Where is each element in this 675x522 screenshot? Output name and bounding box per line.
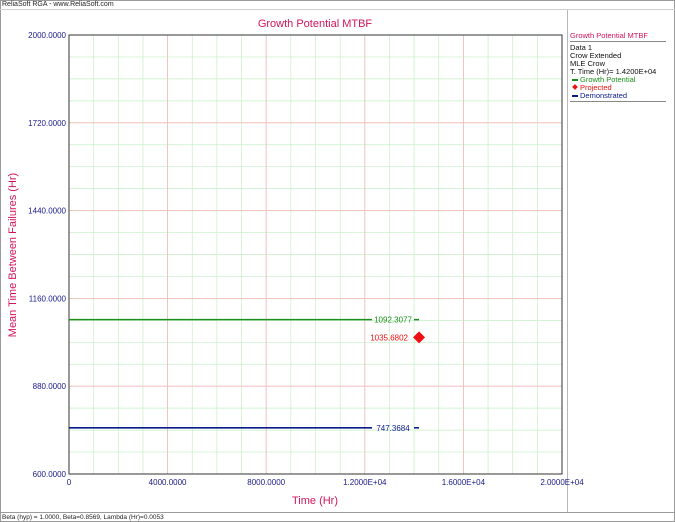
data-label-growth-potential: 1092.3077 [374,316,412,325]
series-point-projected [413,331,426,344]
x-axis-label: Time (Hr) [292,495,338,507]
x-tick-label: 0 [67,478,72,487]
y-tick-label: 1720.0000 [28,119,66,128]
x-tick-label: 1.2000E+04 [343,478,387,487]
y-tick-label: 880.0000 [33,382,67,391]
legend-label-demonstrated: Demonstrated [580,91,628,100]
legend-swatch-growth-potential [572,79,578,81]
minor-grid [68,34,563,475]
legend-panel: Growth Potential MTBF Data 1 Crow Extend… [570,32,666,102]
legend-title: Growth Potential MTBF [570,32,666,42]
series-layer: 1092.3077 1035.6802 747.3684 [69,316,426,433]
chart-title: Growth Potential MTBF [258,18,373,30]
y-axis-label: Mean Time Between Failures (Hr) [7,173,19,337]
legend-item-demonstrated: Demonstrated [570,91,666,102]
legend-swatch-demonstrated [572,95,578,97]
legend-swatch-projected [572,84,578,90]
x-tick-label: 4000.0000 [149,478,187,487]
y-axis-ticks: 600.0000 880.0000 1160.0000 1440.0000 1720.0… [28,31,66,479]
x-tick-label: 1.6000E+04 [442,478,486,487]
x-tick-label: 2.0000E+04 [540,478,584,487]
x-axis-ticks: 0 4000.0000 8000.0000 1.2000E+04 1.6000E+04 2… [67,478,584,487]
legend-bottom-rule [570,101,666,102]
y-tick-label: 2000.0000 [28,31,66,40]
y-tick-label: 600.0000 [33,470,67,479]
x-tick-label: 8000.0000 [247,478,285,487]
data-label-demonstrated: 747.3684 [376,424,410,433]
data-label-projected: 1035.6802 [370,333,408,342]
y-tick-label: 1440.0000 [28,207,66,216]
y-tick-label: 1160.0000 [29,294,67,303]
